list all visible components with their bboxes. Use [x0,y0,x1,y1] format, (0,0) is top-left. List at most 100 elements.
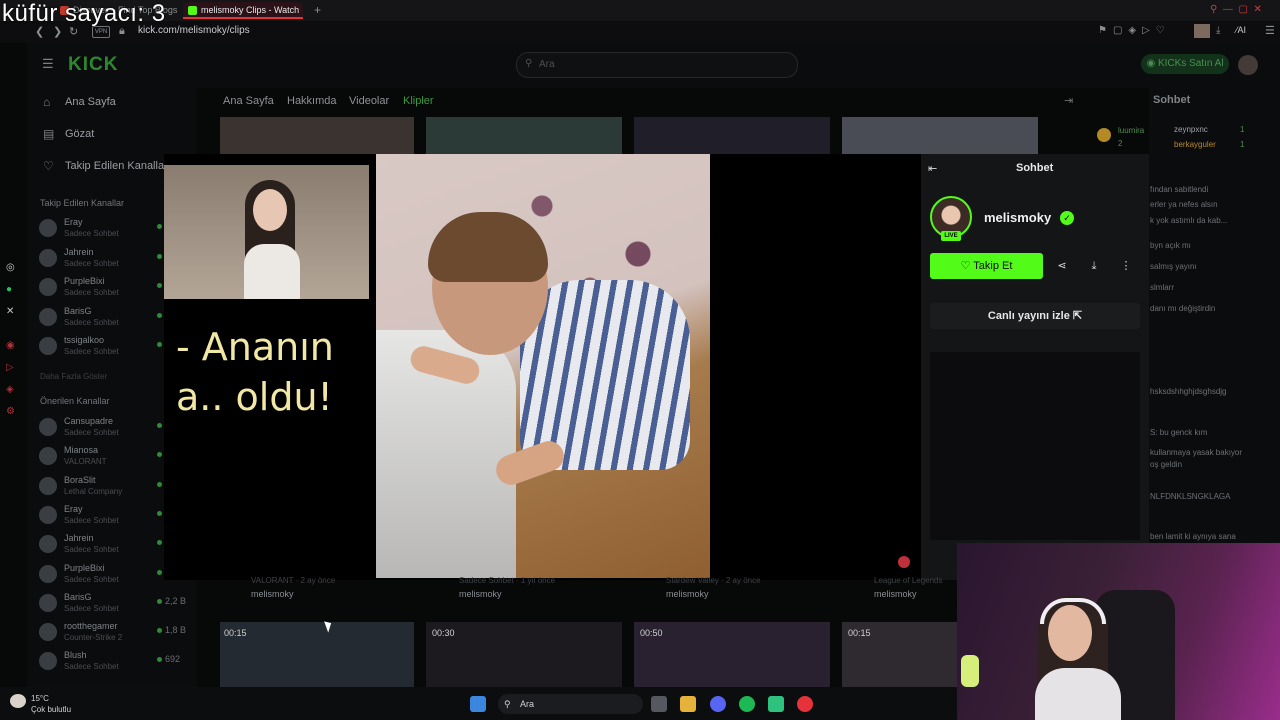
clip-thumbnail[interactable] [634,622,830,687]
channel-name[interactable]: Eray [64,504,83,514]
channel-name[interactable]: Jahrein [64,247,94,257]
nav-browse[interactable]: Gözat [65,128,94,140]
weather-description[interactable]: Çok bulutlu [31,705,71,714]
channel-avatar[interactable] [39,219,57,237]
channel-avatar[interactable] [39,337,57,355]
follow-button[interactable]: ♡ Takip Et [930,253,1043,279]
channel-name[interactable]: Jahrein [64,533,94,543]
file-explorer-icon[interactable] [680,696,696,712]
download-icon[interactable]: ⤓ [1216,25,1220,36]
channel-name[interactable]: Cansupadre [64,416,113,426]
channel-avatar[interactable] [39,623,57,642]
sidebar-red-icon-1[interactable]: ◉ [6,340,15,351]
menu-icon[interactable]: ☰ [1265,24,1275,37]
taskbar-search[interactable]: ⚲ Ara [498,694,643,714]
webcam-lamp [961,655,979,687]
window-controls[interactable]: ⚲ — ▢ ✕ [1210,4,1262,15]
download-clip-icon[interactable]: ⤓ [1081,253,1107,279]
watch-live-button[interactable]: Canlı yayını izle ⇱ [930,303,1140,329]
chat-message: slmlarr [1150,283,1174,292]
channel-avatar[interactable] [39,278,57,296]
sidebar-red-icon-3[interactable]: ◈ [6,384,14,395]
channel-avatar[interactable] [39,505,57,524]
chatgpt-icon[interactable]: ◎ [6,262,15,273]
user-avatar[interactable] [1238,55,1258,75]
top-user-3[interactable]: berkayguler [1174,140,1216,149]
buy-kicks-button[interactable]: ◉ KICKs Satın Al [1141,54,1229,74]
clip-meta: VALORANT · 2 ay önce [251,576,336,585]
clip-channel-name[interactable]: melismoky [666,589,709,599]
hamburger-icon[interactable]: ☰ [42,56,54,72]
discord-icon[interactable] [710,696,726,712]
channel-name[interactable]: Mianosa [64,445,98,455]
spotify-icon[interactable] [739,696,755,712]
tab-about[interactable]: Hakkımda [287,95,337,107]
channel-name[interactable]: PurpleBixi [64,276,105,286]
channel-name[interactable]: melismoky [984,210,1051,225]
channel-name[interactable]: Blush [64,650,87,660]
top-user-2[interactable]: zeynpxnc [1174,125,1208,134]
clip-thumbnail[interactable] [426,622,622,687]
swear-counter-overlay: küfür sayacı: 3 [2,0,166,27]
channel-avatar[interactable] [39,593,57,612]
settings-icon[interactable]: ⚙ [6,406,15,417]
extension-icon[interactable] [1194,24,1210,38]
live-indicator [157,423,162,428]
nav-home[interactable]: Ana Sayfa [65,96,116,108]
channel-avatar[interactable] [39,307,57,326]
tab-videos[interactable]: Videolar [349,95,389,107]
channel-avatar[interactable] [39,248,57,267]
channel-name[interactable]: Eray [64,217,83,227]
new-tab-button[interactable]: + [314,3,321,17]
chat-message: fından sabitlendi [1150,185,1209,194]
share-icon[interactable]: ⋖ [1049,253,1075,279]
top-user-1[interactable]: luumira [1118,126,1144,135]
clip-thumbnail[interactable] [842,117,1038,154]
show-more-link[interactable]: Daha Fazla Göster [40,372,107,381]
channel-name[interactable]: tssigalkoo [64,335,104,345]
collapse-panel-icon[interactable]: ⇤ [928,162,937,175]
weather-temperature[interactable]: 15°C [31,694,49,703]
channel-category: Sadece Sohbet [64,574,119,584]
tab-clips[interactable]: Klipler [403,95,434,107]
live-indicator [157,510,162,516]
channel-avatar[interactable] [39,418,57,436]
clip-thumbnail[interactable] [220,117,414,154]
channel-name[interactable]: BoraSlit [64,475,96,485]
record-icon[interactable] [898,556,910,568]
task-view-icon[interactable] [651,696,667,712]
x-icon[interactable]: ✕ [6,306,14,317]
whatsapp-icon[interactable]: ● [6,284,12,295]
channel-avatar[interactable] [39,564,57,583]
channel-name[interactable]: PurpleBixi [64,563,105,573]
clip-channel-name[interactable]: melismoky [251,589,294,599]
nav-following[interactable]: Takip Edilen Kanallar [65,160,168,172]
tab-home[interactable]: Ana Sayfa [223,95,274,107]
channel-name[interactable]: BarisG [64,306,92,316]
channel-category: Counter-Strike 2 [64,633,123,643]
clip-thumbnail[interactable] [426,117,622,154]
sidebar-red-icon-2[interactable]: ▷ [6,362,14,373]
clip-channel-name[interactable]: melismoky [874,589,917,599]
site-search-input[interactable]: ⚲ Ara [516,52,798,78]
app-icon[interactable] [768,696,784,712]
chat-message: S: bu genck kım [1150,428,1208,437]
chat-message: kullanmaya yasak bakıyor [1150,448,1243,457]
more-options-icon[interactable]: ⋮ [1113,253,1139,279]
clip-channel-name[interactable]: melismoky [459,589,502,599]
webcam-face [253,189,287,231]
start-icon[interactable] [470,696,486,712]
ai-button[interactable]: ⁄AI [1236,25,1246,35]
clip-thumbnail[interactable] [220,622,414,687]
browser-toolbar-icons[interactable]: ⚑▢◈▷♡ [1098,25,1171,36]
channel-name[interactable]: BarisG [64,592,92,602]
channel-avatar[interactable] [39,476,57,495]
search-icon: ⚲ [525,58,533,69]
channel-name[interactable]: rootthegamer [64,621,118,631]
clip-thumbnail[interactable] [634,117,830,154]
kick-logo[interactable]: KICK [68,54,118,76]
collapse-chat-icon[interactable]: ⇥ [1064,94,1073,107]
opera-gx-icon[interactable] [797,696,813,712]
browser-tab-clips[interactable]: melismoky Clips - Watch [183,2,303,19]
live-indicator [157,569,162,575]
